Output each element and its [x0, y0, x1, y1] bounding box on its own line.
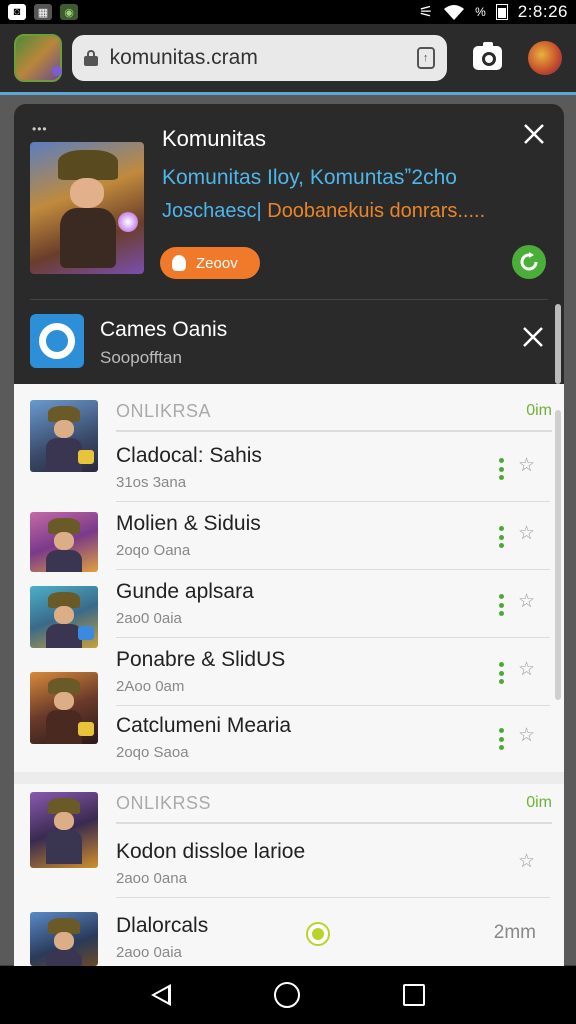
screen: ◙ ▦ ◉ ⚟ % 2:8:26 komunitas.cram ↑ ••• Ko…: [0, 0, 576, 1024]
notification-card[interactable]: ••• Komunitas Komunitas Iloy, Komuntasˮ2…: [14, 104, 564, 300]
group-subtitle: Soopofftan: [100, 348, 182, 367]
notification-body-line1: Komunitas Iloy, Komuntasˮ2cho: [162, 166, 457, 189]
recent-apps-icon[interactable]: [402, 984, 425, 1006]
back-icon[interactable]: [151, 984, 172, 1006]
wifi-icon: [444, 5, 465, 20]
list-item-subtitle: 2ao0 0aia: [116, 610, 182, 627]
list-item[interactable]: Ponabre & SlidUS 2Aoo 0am ☆: [14, 638, 564, 706]
star-icon[interactable]: ☆: [518, 658, 535, 681]
section-header: ONLIKRSA 0im: [116, 392, 552, 432]
notification-body-line2-a: Joschaesc|: [162, 200, 262, 222]
more-dots-icon[interactable]: •••: [32, 122, 48, 136]
list-item-title: Kodon dissloe larioe: [116, 840, 306, 863]
section-gap: [14, 772, 564, 784]
online-status-icon: [308, 924, 328, 944]
address-bar[interactable]: komunitas.cram ↑: [71, 35, 447, 81]
list-item-title: Cladocal: Sahis: [116, 444, 262, 467]
list-item-title: Gunde aplsara: [116, 580, 254, 603]
home-icon[interactable]: [273, 982, 300, 1008]
section-label: ONLIKRSA: [116, 400, 212, 421]
refresh-fab[interactable]: [512, 245, 546, 279]
list-item-subtitle: 2oqo Saoa: [116, 744, 189, 761]
notification-body-line2: Joschaesc| Doobanekuis donrars.....: [162, 200, 542, 223]
section-count: 0im: [526, 402, 552, 419]
section-count: 0im: [526, 794, 552, 811]
game-notification-icon: ◉: [60, 4, 78, 20]
list-item-subtitle: 2aoo 0aia: [116, 944, 182, 961]
list-item-time: 2mm: [493, 922, 536, 943]
more-options-icon[interactable]: [498, 662, 504, 684]
system-nav-bar: [0, 966, 576, 1024]
list-item[interactable]: Catclumeni Mearia 2oqo Saoa ☆: [14, 704, 564, 772]
list-item-subtitle: 31os 3ana: [116, 474, 187, 491]
lock-icon: [83, 50, 98, 66]
section-header: ONLIKRSS 0im: [116, 784, 552, 824]
notification-app-icon: ◙: [8, 4, 26, 20]
list-item-subtitle: 2oqo Oana: [116, 542, 191, 559]
url-text: komunitas.cram: [109, 46, 258, 69]
divider: [116, 897, 550, 898]
battery-label: %: [475, 5, 486, 19]
group-title: Cames Oanis: [100, 318, 228, 341]
list-item[interactable]: Cladocal: Sahis 31os 3ana ☆: [14, 434, 564, 502]
notification-body-line2-b: Doobanekuis donrars.....: [261, 200, 486, 222]
star-icon[interactable]: ☆: [518, 724, 535, 747]
group-app-icon: [30, 314, 84, 368]
close-icon[interactable]: [522, 122, 546, 146]
list-item[interactable]: Kodon dissloe larioe 2aoo 0ana ☆: [14, 830, 564, 898]
list-item-subtitle: 2Aoo 0am: [116, 678, 185, 695]
list-item[interactable]: Gunde aplsara 2ao0 0aia ☆: [14, 570, 564, 638]
gallery-notification-icon: ▦: [34, 4, 52, 20]
list-item-title: Molien & Siduis: [116, 512, 261, 535]
list-item-title: Ponabre & SlidUS: [116, 648, 286, 671]
notification-action-label: Zeoov: [196, 254, 238, 272]
list-item-title: Catclumeni Mearia: [116, 714, 292, 737]
battery-icon: [495, 4, 508, 20]
refresh-icon: [520, 252, 538, 271]
clock: 2:8:26: [517, 2, 568, 21]
tab-switcher-thumbnail[interactable]: [14, 34, 62, 82]
tab-count-icon[interactable]: ↑: [416, 47, 435, 69]
star-icon[interactable]: ☆: [518, 850, 535, 873]
more-options-icon[interactable]: [498, 594, 504, 616]
scrollbar[interactable]: [554, 300, 562, 700]
more-options-icon[interactable]: [498, 458, 504, 480]
status-bar: ◙ ▦ ◉ ⚟ % 2:8:26: [0, 0, 576, 24]
notification-title: Komunitas: [162, 126, 266, 151]
close-icon[interactable]: [522, 326, 544, 348]
star-icon[interactable]: ☆: [518, 590, 535, 613]
more-options-icon[interactable]: [498, 526, 504, 548]
star-icon[interactable]: ☆: [518, 522, 535, 545]
notification-hero-image: [30, 142, 144, 274]
conversation-list: ONLIKRSA 0im Cladocal: Sahis 31os 3ana ☆…: [14, 384, 564, 966]
lightbulb-icon: [172, 255, 186, 271]
section-label: ONLIKRSS: [116, 792, 212, 813]
star-icon[interactable]: ☆: [518, 454, 535, 477]
camera-icon[interactable]: [472, 42, 503, 70]
list-item-title: Dlalorcals: [116, 914, 209, 937]
list-item[interactable]: Dlalorcals 2aoo 0aia 2mm: [14, 904, 564, 972]
list-item-subtitle: 2aoo 0ana: [116, 870, 187, 887]
notification-action-button[interactable]: Zeoov: [160, 247, 260, 279]
browser-toolbar: komunitas.cram ↑: [0, 24, 576, 92]
group-header[interactable]: Cames Oanis Soopofftan: [14, 300, 564, 384]
more-options-icon[interactable]: [498, 728, 504, 750]
profile-avatar[interactable]: [528, 41, 562, 75]
list-item[interactable]: Molien & Siduis 2oqo Oana ☆: [14, 502, 564, 570]
vibrate-icon: ⚟: [418, 4, 434, 21]
